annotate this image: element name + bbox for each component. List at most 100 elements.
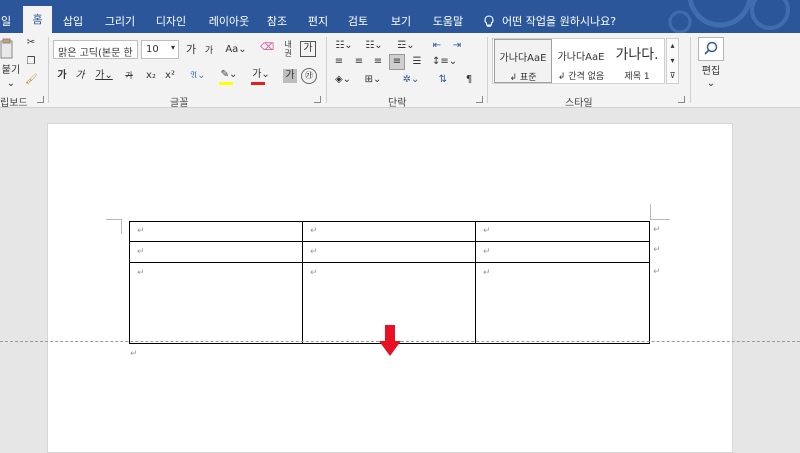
tab-bar-decoration-icon (668, 0, 790, 33)
editing-button[interactable] (698, 37, 724, 61)
tab-review[interactable]: 검토 (343, 8, 373, 33)
table-cell-r3c1[interactable]: ↵ (129, 262, 303, 344)
change-case-icon[interactable]: Aa⌄ (225, 43, 247, 57)
style-normal[interactable]: 가나다AaE ↲ 표준 (494, 39, 552, 83)
align-left-icon[interactable]: ≡ (332, 55, 346, 69)
crop-mark-left-h (106, 219, 122, 220)
show-formatting-icon[interactable]: ¶ (462, 73, 476, 87)
styles-more-icon[interactable]: ⊽ (667, 69, 678, 83)
highlight-color-icon[interactable]: ✎⌄ (218, 68, 240, 82)
table-cell-r2c3[interactable]: ↵ (475, 241, 650, 263)
format-painter-icon[interactable]: 🖌 (25, 73, 38, 87)
tab-draw[interactable]: 그리기 (101, 8, 139, 33)
clipboard-group-label: 립보드 (0, 98, 28, 109)
font-color-swatch (251, 82, 265, 85)
tab-help[interactable]: 도움말 (427, 8, 469, 33)
clear-formatting-icon[interactable]: ⌫ (260, 41, 274, 55)
bullets-icon[interactable]: ☷⌄ (332, 39, 356, 53)
underline-icon[interactable]: 가⌄ (93, 69, 115, 83)
enclose-characters-icon[interactable]: ㉮ (301, 68, 317, 84)
search-icon (704, 41, 718, 55)
subscript-icon[interactable]: x₂ (144, 69, 158, 83)
character-border-icon[interactable]: 가 (300, 41, 316, 57)
italic-icon[interactable]: 가 (74, 69, 86, 83)
phonetic-guide-icon[interactable]: 내권 (280, 40, 296, 58)
paragraph-group-label: 단락 (388, 98, 407, 109)
table-cell-r1c2[interactable]: ↵ (302, 221, 476, 242)
tell-me-box[interactable]: 어떤 작업을 원하시나요? (484, 13, 616, 29)
align-center-icon[interactable]: ≡ (352, 55, 366, 69)
copy-icon[interactable]: ❐ (25, 55, 37, 69)
style-no-spacing-name: ↲ 간격 없음 (557, 72, 605, 82)
tab-home[interactable]: 홈 (23, 6, 52, 33)
paste-dropdown-icon[interactable]: ⌄ (6, 77, 16, 91)
styles-scroll[interactable]: ▴ ▾ ⊽ (666, 38, 679, 84)
document-page[interactable]: ↵ ↵ ↵ ↵ ↵ ↵ ↵ ↵ ↵ ↵ ↵ ↵ ↵ (47, 123, 733, 453)
shading-icon[interactable]: ◈⌄ (332, 73, 354, 87)
paragraph-mark-after-table: ↵ (130, 349, 138, 359)
highlight-color-swatch (219, 82, 233, 85)
ribbon-tab-bar: 일 홈 삽입 그리기 디자인 레이아웃 참조 편지 검토 보기 도움말 어떤 작… (0, 0, 800, 33)
crop-mark-right-h (650, 219, 670, 220)
styles-group-label: 스타일 (565, 98, 593, 109)
styles-scroll-up-icon[interactable]: ▴ (667, 39, 678, 53)
sort-icon[interactable]: ⇅ (436, 73, 450, 87)
tell-me-text: 어떤 작업을 원하시나요? (502, 15, 617, 28)
styles-scroll-down-icon[interactable]: ▾ (667, 54, 678, 68)
style-heading-1-sample: 가나다. (615, 47, 659, 63)
end-of-row-mark-2: ↵ (653, 245, 661, 255)
font-color-icon[interactable]: 가⌄ (250, 68, 272, 82)
multilevel-list-icon[interactable]: ☲⌄ (394, 39, 418, 53)
table-cell-r2c1[interactable]: ↵ (129, 241, 303, 263)
table-cell-r3c3[interactable]: ↵ (475, 262, 650, 344)
style-heading-1[interactable]: 가나다. 제목 1 (610, 39, 664, 83)
paste-button-label[interactable]: 붙기 (0, 64, 22, 78)
align-right-icon[interactable]: ≡ (371, 55, 385, 69)
style-normal-sample: 가나다AaE (499, 53, 547, 64)
font-launcher-icon[interactable] (314, 96, 321, 103)
crop-mark-right (650, 204, 651, 219)
end-of-row-mark-3: ↵ (653, 267, 661, 277)
tab-layout[interactable]: 레이아웃 (203, 8, 255, 33)
text-effects-icon[interactable]: 𝔄⌄ (188, 69, 208, 83)
table-cell-r2c2[interactable]: ↵ (302, 241, 476, 263)
tab-view[interactable]: 보기 (386, 8, 416, 33)
document-canvas[interactable]: ↵ ↵ ↵ ↵ ↵ ↵ ↵ ↵ ↵ ↵ ↵ ↵ ↵ (0, 108, 800, 453)
clipboard-launcher-icon[interactable] (37, 96, 44, 103)
paste-icon[interactable] (0, 38, 14, 62)
font-size-box[interactable]: 10 ▾ (141, 40, 179, 59)
paragraph-launcher-icon[interactable] (476, 96, 483, 103)
bold-icon[interactable]: 가 (56, 69, 68, 83)
crop-mark-left (121, 219, 122, 234)
row-resize-arrow-icon (379, 325, 401, 356)
strikethrough-icon[interactable]: 가 (121, 69, 137, 83)
tab-file[interactable]: 일 (0, 8, 12, 33)
numbering-icon[interactable]: ☷⌄ (362, 39, 386, 53)
tab-mailings[interactable]: 편지 (303, 8, 333, 33)
editing-dropdown-icon[interactable]: ⌄ (704, 77, 718, 91)
grow-font-icon[interactable]: 가 (184, 43, 198, 57)
style-normal-name: ↲ 표준 (509, 73, 537, 83)
asian-layout-icon[interactable]: ✲⌄ (400, 73, 422, 87)
decrease-indent-icon[interactable]: ⇤ (430, 39, 444, 53)
cut-icon[interactable]: ✂ (25, 36, 37, 50)
font-size-value: 10 (146, 44, 159, 55)
line-spacing-icon[interactable]: ↕≡⌄ (432, 55, 457, 69)
tab-insert[interactable]: 삽입 (58, 8, 88, 33)
styles-launcher-icon[interactable] (678, 96, 685, 103)
font-name-box[interactable]: 맑은 고딕(본문 한 (53, 40, 138, 59)
distributed-icon[interactable]: ☰ (410, 55, 424, 69)
shrink-font-icon[interactable]: 가 (203, 44, 215, 58)
character-shading-icon[interactable]: 가 (283, 69, 297, 83)
justify-icon[interactable]: ≡ (389, 54, 405, 70)
style-no-spacing[interactable]: 가나다AaE ↲ 간격 없음 (552, 39, 610, 83)
table-cell-r1c1[interactable]: ↵ (129, 221, 303, 242)
style-no-spacing-sample: 가나다AaE (557, 52, 605, 63)
tab-design[interactable]: 디자인 (149, 8, 193, 33)
increase-indent-icon[interactable]: ⇥ (450, 39, 464, 53)
borders-icon[interactable]: ⊞⌄ (362, 73, 384, 87)
tab-references[interactable]: 참조 (262, 8, 292, 33)
superscript-icon[interactable]: x² (163, 69, 177, 83)
style-heading-1-name: 제목 1 (624, 72, 650, 82)
table-cell-r1c3[interactable]: ↵ (475, 221, 650, 242)
